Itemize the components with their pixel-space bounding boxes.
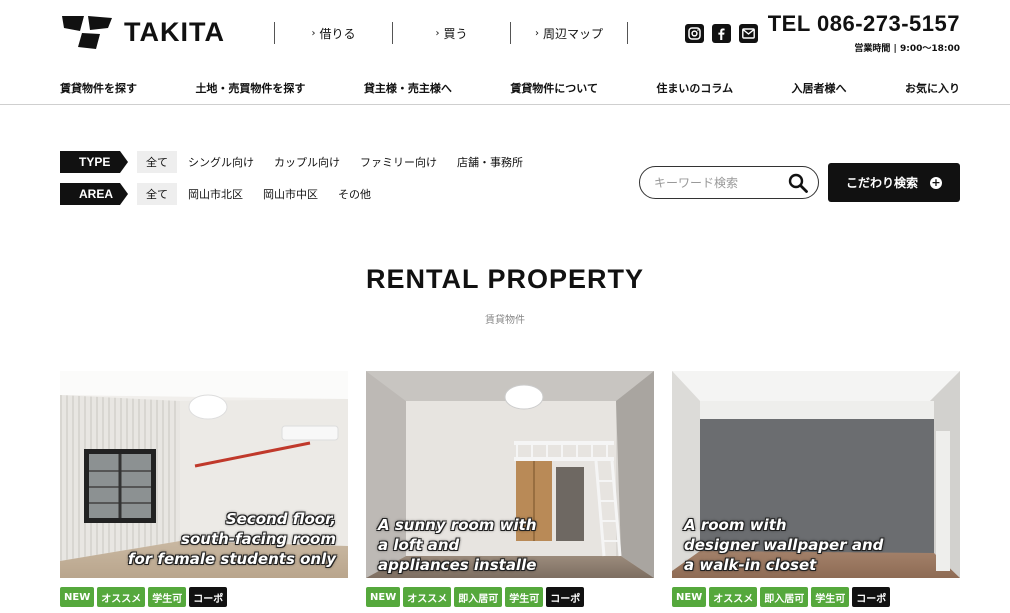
tag-immediate-move-in: 即入居可	[760, 587, 809, 607]
area-option-all[interactable]: 全て	[137, 183, 177, 205]
advanced-search-button[interactable]: こだわり検索 +	[828, 163, 960, 202]
topnav-item-rent[interactable]: › 借りる	[274, 22, 392, 44]
chevron-right-icon: ›	[435, 27, 440, 39]
tag-recommended: オススメ	[403, 587, 452, 607]
topnav-item-buy[interactable]: › 買う	[392, 22, 510, 44]
property-tags: NEW オススメ 即入居可 学生可 コーポ	[672, 587, 960, 607]
tag-new: NEW	[60, 587, 95, 607]
phone-number[interactable]: TEL 086-273-5157	[768, 11, 960, 37]
business-hours: 営業時間 | 9:00〜18:00	[854, 44, 960, 54]
mainnav-item-rental-search[interactable]: 賃貸物件を探す	[60, 76, 137, 100]
area-filter: AREA 全て 岡山市北区 岡山市中区 その他	[60, 183, 382, 205]
type-option-shop-office[interactable]: 店舗・事務所	[448, 151, 532, 173]
topnav-label: 周辺マップ	[542, 26, 603, 41]
mainnav-item-owners[interactable]: 貸主様・売主様へ	[364, 76, 452, 100]
keyword-search	[639, 166, 819, 199]
topnav-label: 買う	[443, 26, 468, 41]
section-title: RENTAL PROPERTY	[365, 264, 645, 294]
chevron-right-icon: ›	[534, 27, 539, 39]
topnav-item-map[interactable]: › 周辺マップ	[510, 22, 628, 44]
property-photo[interactable]: Second floor, south-facing room for fema…	[60, 371, 348, 578]
instagram-icon[interactable]	[685, 24, 704, 43]
type-filter: TYPE 全て シングル向け カップル向け ファミリー向け 店舗・事務所	[60, 151, 534, 173]
main-nav: 賃貸物件を探す 土地・売買物件を探す 貸主様・売主様へ 賃貸物件について 住まい…	[60, 76, 960, 100]
type-option-all[interactable]: 全て	[137, 151, 177, 173]
tag-recommended: オススメ	[709, 587, 758, 607]
tag-recommended: オススメ	[97, 587, 146, 607]
property-caption: Second floor, south-facing room for fema…	[127, 510, 336, 568]
brand-name: TAKITA	[124, 16, 225, 47]
property-card[interactable]: Second floor, south-facing room for fema…	[60, 371, 348, 607]
area-filter-label: AREA	[60, 183, 128, 205]
top-nav: › 借りる › 買う › 周辺マップ	[274, 22, 628, 44]
facebook-icon[interactable]	[712, 24, 731, 43]
property-caption: A room with designer wallpaper and a wal…	[684, 516, 884, 574]
mainnav-item-residents[interactable]: 入居者様へ	[792, 76, 847, 100]
area-option-kita[interactable]: 岡山市北区	[179, 183, 252, 205]
site-header: TAKITA › 借りる › 買う › 周辺マップ TEL 086-273-51…	[0, 0, 1010, 105]
area-option-naka[interactable]: 岡山市中区	[254, 183, 327, 205]
section-subtitle: 賃貸物件	[485, 315, 525, 326]
tag-building-type: コーポ	[852, 587, 891, 607]
search-input[interactable]	[654, 175, 784, 190]
type-filter-label: TYPE	[60, 151, 128, 173]
mail-icon[interactable]	[739, 24, 758, 43]
type-option-family[interactable]: ファミリー向け	[351, 151, 446, 173]
advanced-search-label: こだわり検索	[845, 176, 918, 190]
tag-immediate-move-in: 即入居可	[454, 587, 503, 607]
chevron-right-icon: ›	[311, 27, 316, 39]
tag-building-type: コーポ	[189, 587, 228, 607]
tag-students-ok: 学生可	[505, 587, 544, 607]
logo-link[interactable]: TAKITA	[60, 14, 225, 50]
plus-circle-icon: +	[930, 176, 942, 189]
mainnav-item-about-rental[interactable]: 賃貸物件について	[510, 76, 598, 100]
tag-new: NEW	[672, 587, 707, 607]
search-icon[interactable]	[788, 173, 808, 197]
property-photo[interactable]: A room with designer wallpaper and a wal…	[672, 371, 960, 578]
type-option-couple[interactable]: カップル向け	[265, 151, 349, 173]
property-card[interactable]: A sunny room with a loft and appliances …	[366, 371, 654, 607]
property-card[interactable]: A room with designer wallpaper and a wal…	[672, 371, 960, 607]
mainnav-item-land-sale-search[interactable]: 土地・売買物件を探す	[195, 76, 305, 100]
mainnav-item-favorites[interactable]: お気に入り	[905, 76, 960, 100]
property-photo[interactable]: A sunny room with a loft and appliances …	[366, 371, 654, 578]
mainnav-item-column[interactable]: 住まいのコラム	[656, 76, 733, 100]
property-tags: NEW オススメ 即入居可 学生可 コーポ	[366, 587, 654, 607]
property-caption: A sunny room with a loft and appliances …	[378, 516, 537, 574]
social-links	[685, 24, 758, 43]
logo-mark-icon	[62, 16, 112, 49]
area-option-other[interactable]: その他	[329, 183, 380, 205]
tag-building-type: コーポ	[546, 587, 585, 607]
tag-new: NEW	[366, 587, 401, 607]
tag-students-ok: 学生可	[811, 587, 850, 607]
tag-students-ok: 学生可	[148, 587, 187, 607]
property-tags: NEW オススメ 学生可 コーポ	[60, 587, 348, 607]
type-option-single[interactable]: シングル向け	[179, 151, 263, 173]
topnav-label: 借りる	[319, 26, 356, 41]
